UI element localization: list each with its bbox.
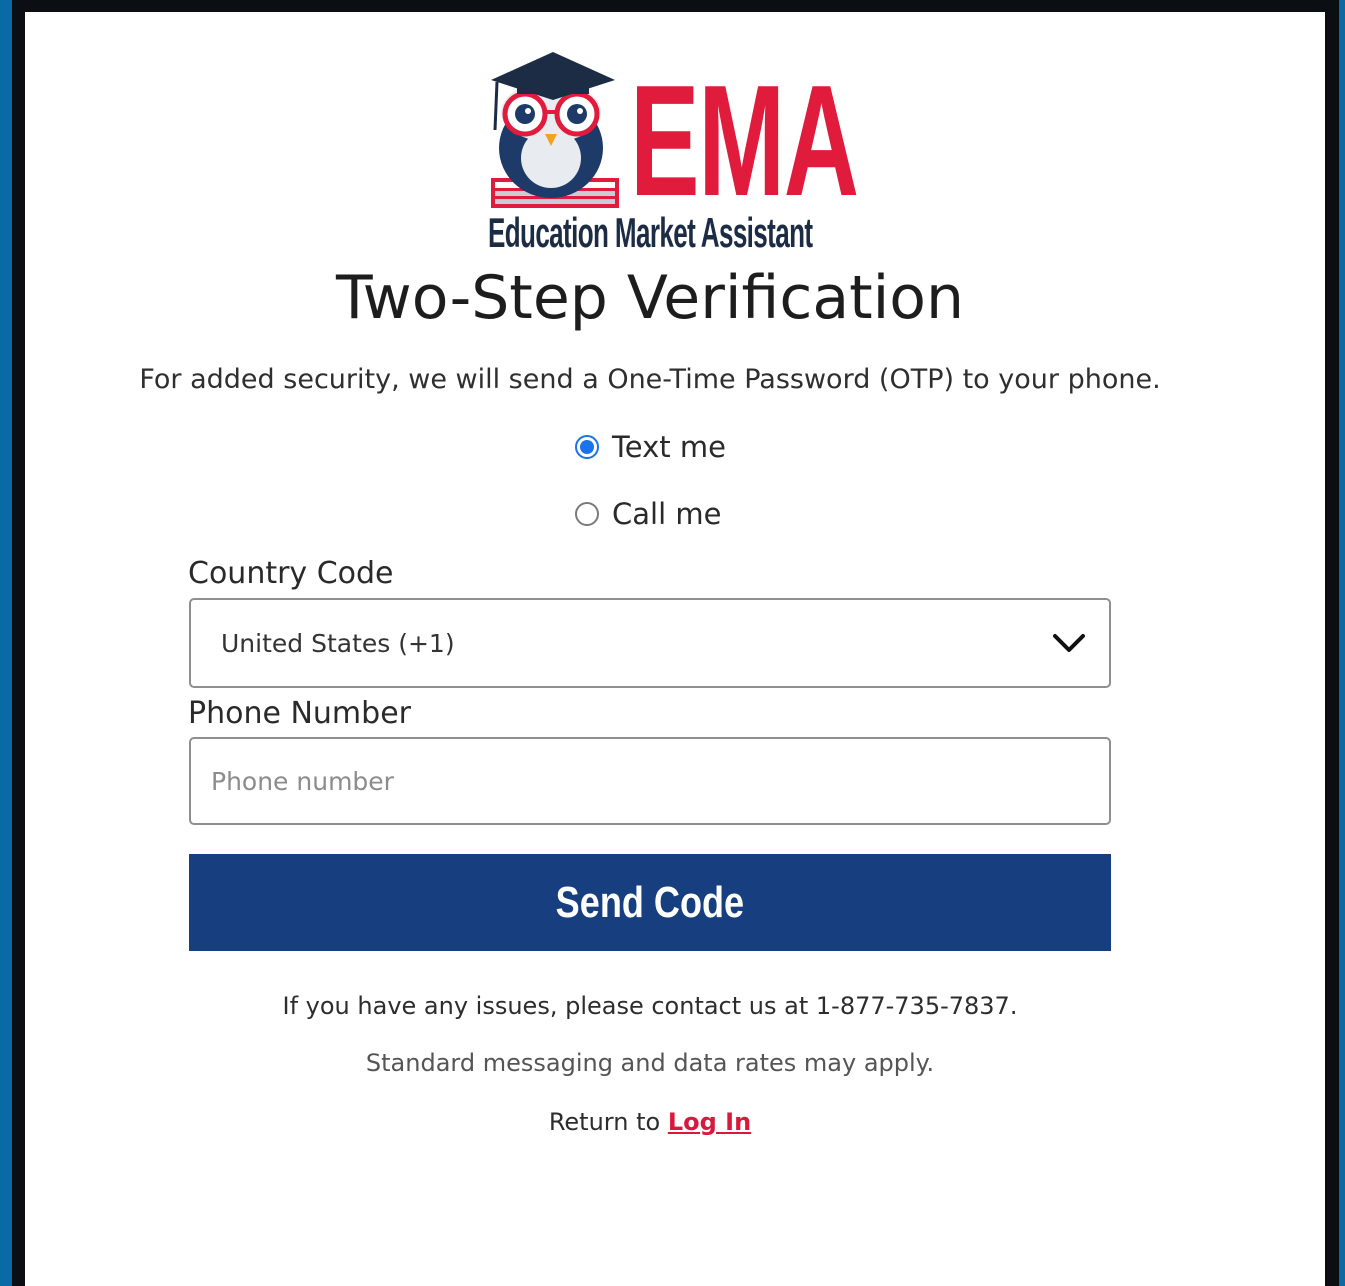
text-me-radio[interactable] [575, 435, 599, 459]
logo-wordmark: EMA [630, 53, 859, 229]
chevron-down-icon [1053, 634, 1085, 652]
call-me-radio[interactable] [575, 502, 599, 526]
country-code-select[interactable]: United States (+1) [189, 598, 1111, 688]
return-to-login: Return to Log In [0, 1108, 1300, 1136]
send-code-label: Send Code [555, 877, 745, 927]
return-prefix: Return to [548, 1108, 661, 1136]
text-me-label: Text me [612, 430, 726, 464]
text-me-radio-option[interactable]: Text me [575, 430, 726, 464]
logo-tagline: Education Market Assistant [488, 209, 813, 256]
log-in-link[interactable]: Log In [668, 1108, 751, 1136]
call-me-label: Call me [612, 497, 722, 531]
send-code-button[interactable]: Send Code [189, 854, 1111, 951]
phone-number-label: Phone Number [188, 696, 411, 731]
call-me-radio-option[interactable]: Call me [575, 497, 721, 531]
country-code-label: Country Code [188, 556, 394, 591]
page-title: Two-Step Verification [335, 263, 965, 333]
country-code-value: United States (+1) [221, 628, 455, 658]
page-subtitle: For added security, we will send a One-T… [139, 364, 1161, 395]
phone-number-input[interactable] [189, 737, 1111, 825]
support-note: If you have any issues, please contact u… [282, 992, 1018, 1020]
rates-note: Standard messaging and data rates may ap… [365, 1049, 935, 1077]
